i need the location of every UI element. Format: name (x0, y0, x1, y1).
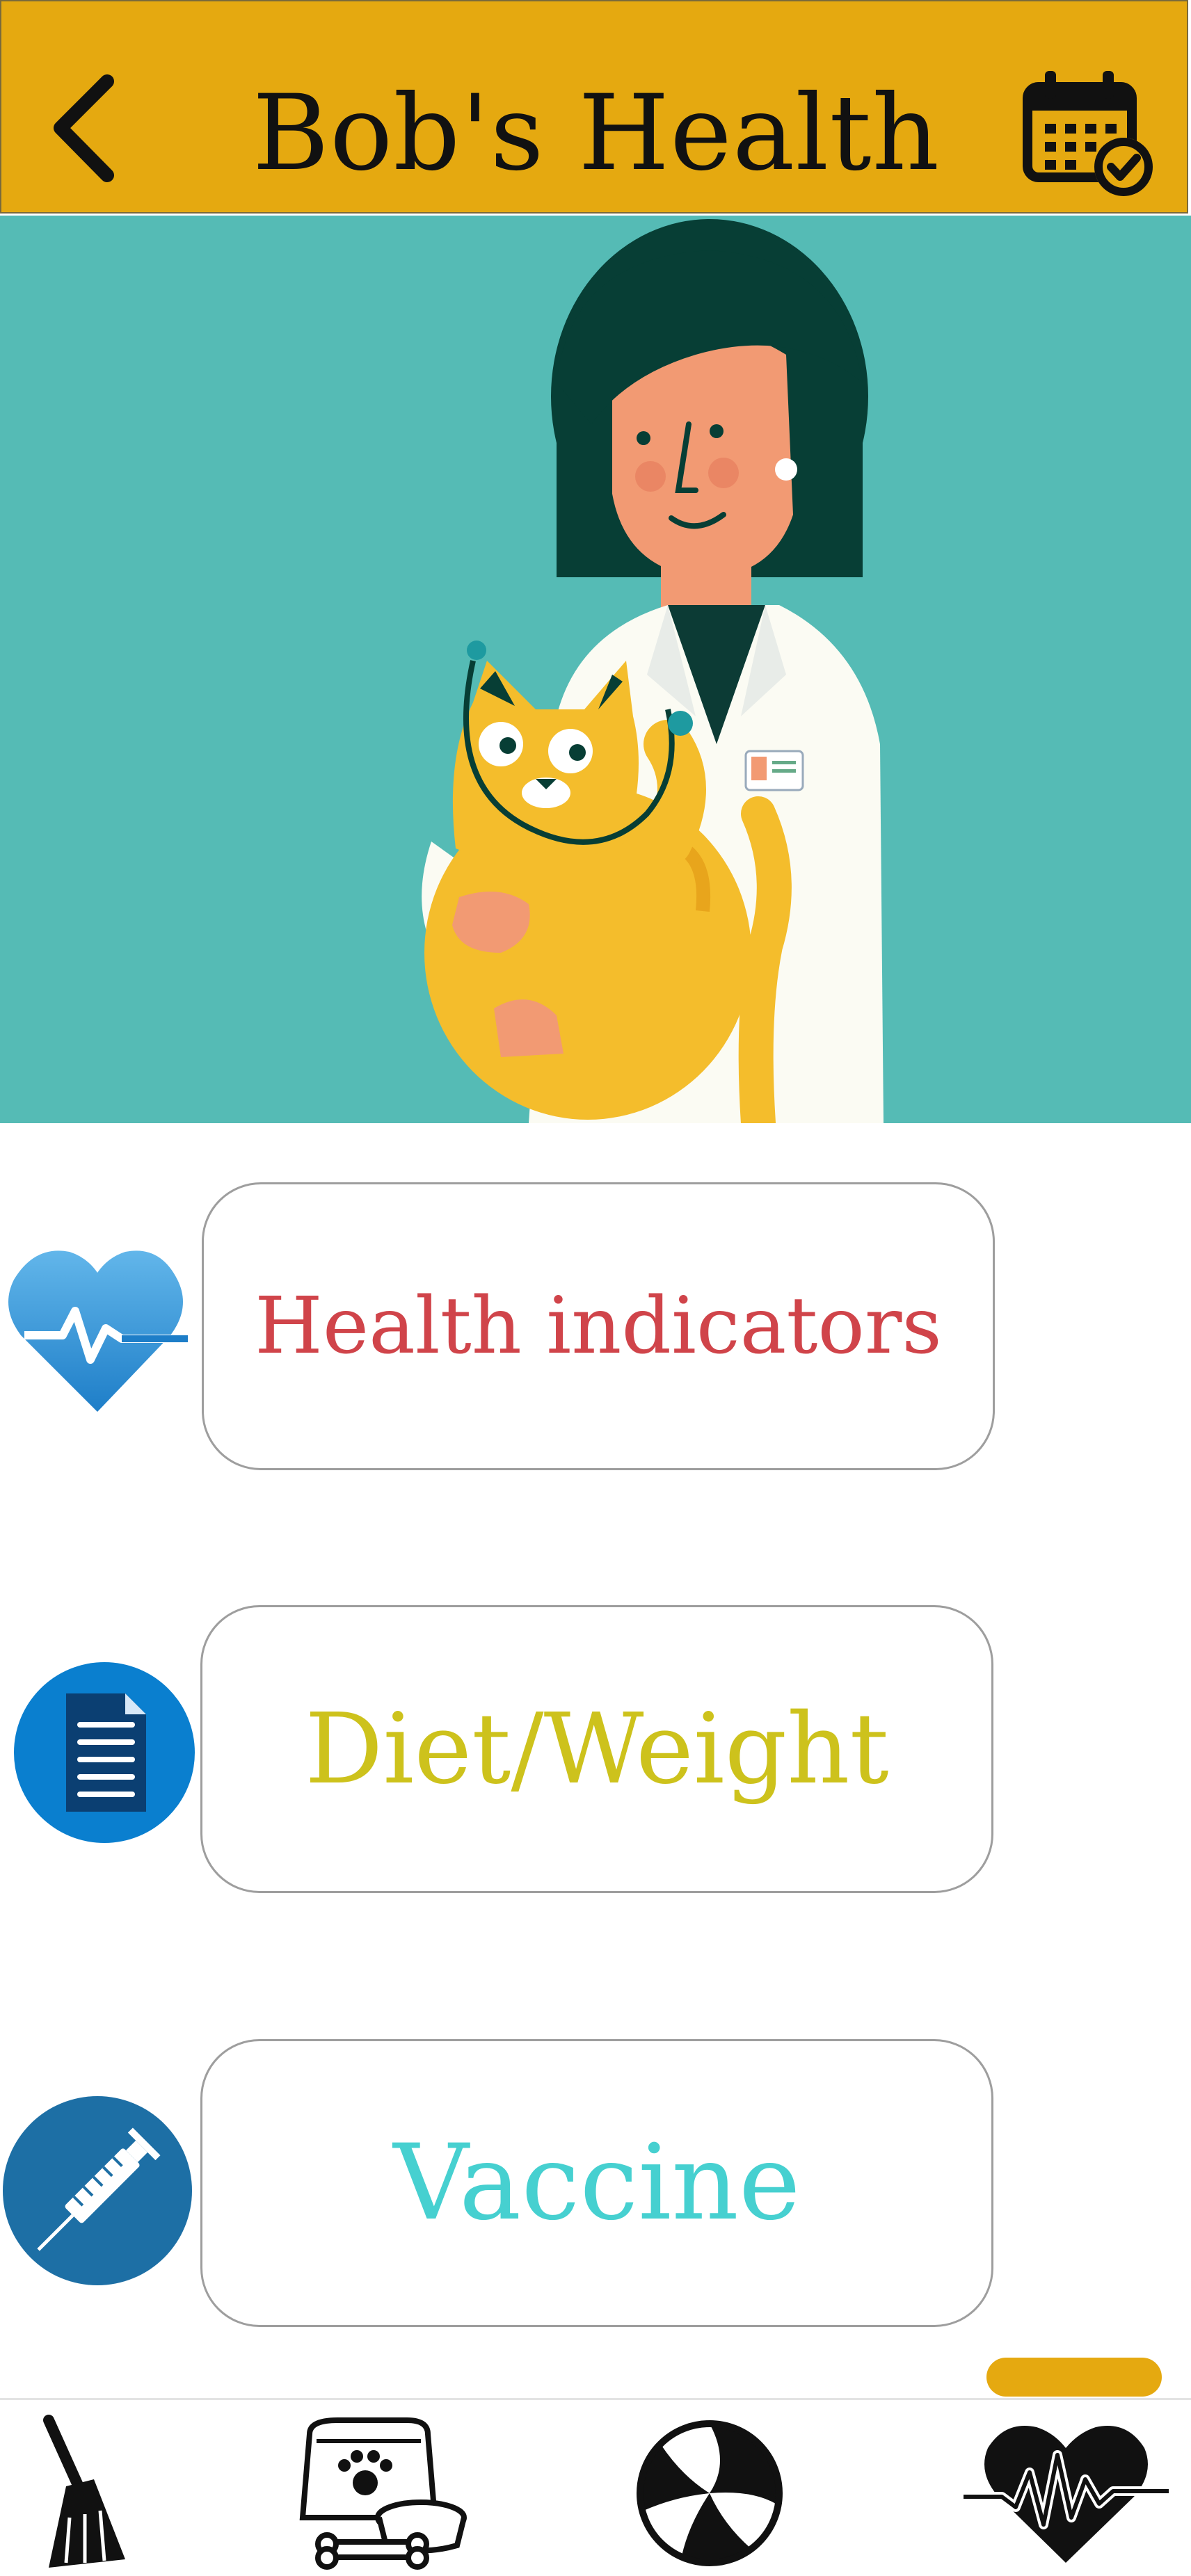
syringe-icon (3, 2096, 192, 2285)
active-tab-indicator (986, 2358, 1162, 2397)
vaccine-button[interactable]: Vaccine (200, 2039, 993, 2327)
heartbeat-icon[interactable] (960, 2413, 1172, 2573)
chevron-left-icon[interactable] (43, 64, 127, 189)
diet-weight-label: Diet/Weight (305, 1692, 889, 1806)
calendar-check-icon[interactable] (1014, 63, 1160, 202)
health-indicators-label: Health indicators (255, 1281, 942, 1371)
vaccine-label: Vaccine (393, 2123, 801, 2244)
broom-icon[interactable] (28, 2413, 139, 2573)
health-indicators-button[interactable]: Health indicators (202, 1182, 995, 1470)
document-icon (14, 1662, 195, 1843)
tab-bar-divider (0, 2398, 1191, 2400)
pet-food-icon[interactable] (296, 2413, 470, 2573)
diet-weight-button[interactable]: Diet/Weight (200, 1605, 993, 1893)
vet-holding-cat-illustration (422, 219, 884, 1123)
heart-pulse-icon (8, 1250, 188, 1412)
page-title: Bob's Health (252, 73, 941, 194)
hero-illustration (0, 216, 1191, 1123)
ball-icon[interactable] (633, 2413, 786, 2573)
app-header: Bob's Health (0, 0, 1188, 214)
